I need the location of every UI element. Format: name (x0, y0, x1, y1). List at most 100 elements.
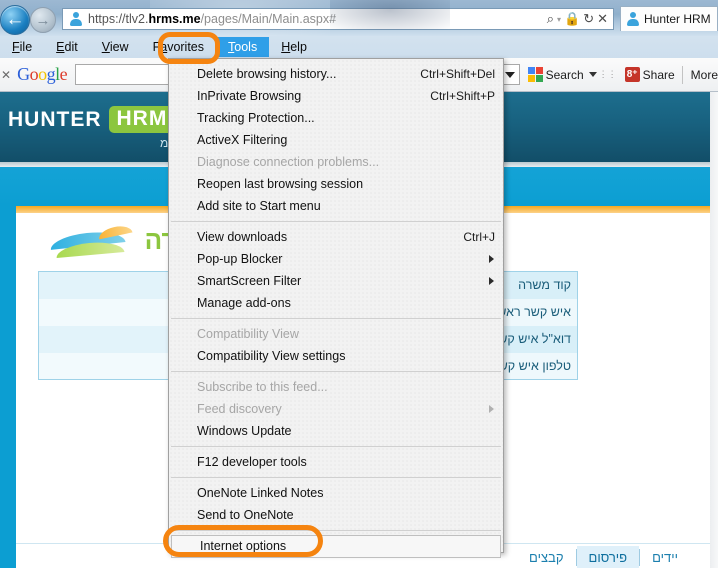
menu-item-pop-up-blocker[interactable]: Pop-up Blocker (169, 248, 503, 270)
menu-item-label: Pop-up Blocker (197, 252, 283, 266)
menu-favorites[interactable]: Favorites (141, 37, 216, 57)
menu-item-compatibility-view-settings[interactable]: Compatibility View settings (169, 345, 503, 367)
menu-item-label: F12 developer tools (197, 455, 307, 469)
google-search-icon (527, 67, 543, 82)
menu-item-onenote-linked-notes[interactable]: OneNote Linked Notes (169, 482, 503, 504)
menu-item-shortcut: Ctrl+J (463, 230, 495, 244)
tab-favicon-icon (626, 12, 640, 26)
menu-item-internet-options[interactable]: Internet options (171, 535, 501, 558)
menu-item-label: Compatibility View settings (197, 349, 346, 363)
menu-view[interactable]: View (90, 37, 141, 57)
menu-item-label: Manage add-ons (197, 296, 291, 310)
menu-item-manage-add-ons[interactable]: Manage add-ons (169, 292, 503, 314)
menu-item-label: OneNote Linked Notes (197, 486, 324, 500)
search-icon[interactable]: ⌕ (547, 11, 554, 27)
menu-separator (171, 477, 501, 478)
menu-item-smartscreen-filter[interactable]: SmartScreen Filter (169, 270, 503, 292)
address-bar-icons: ⌕ ▾ 🔒 ↻ ✕ (547, 11, 613, 27)
menu-separator (171, 530, 501, 531)
menu-item-label: Compatibility View (197, 327, 299, 341)
stop-icon[interactable]: ✕ (597, 11, 608, 27)
forward-arrow-icon: → (35, 11, 51, 29)
menu-item-inprivate-browsing[interactable]: InPrivate Browsing Ctrl+Shift+P (169, 85, 503, 107)
menu-item-label: Delete browsing history... (197, 67, 337, 81)
menu-item-tracking-protection[interactable]: Tracking Protection... (169, 107, 503, 129)
url-path: /pages/Main/Main.aspx# (200, 12, 337, 26)
chevron-down-icon[interactable] (504, 72, 515, 78)
menu-item-add-site-to-start-menu[interactable]: Add site to Start menu (169, 195, 503, 217)
address-bar[interactable]: https://tlv2.hrms.me/pages/Main/Main.asp… (62, 8, 614, 30)
browser-tab[interactable]: Hunter HRM (620, 6, 718, 31)
menu-item-shortcut: Ctrl+Shift+P (430, 89, 495, 103)
app-brand-logo: HUNTER HRMS (8, 106, 191, 133)
tab-separator (575, 549, 577, 566)
chevron-down-icon[interactable]: ▾ (557, 15, 561, 24)
chevron-right-icon (489, 405, 494, 413)
user-icon (67, 11, 85, 27)
menu-item-view-downloads[interactable]: View downloads Ctrl+J (169, 226, 503, 248)
menu-item-subscribe-to-this-feed: Subscribe to this feed... (169, 376, 503, 398)
back-arrow-icon: ← (5, 8, 25, 30)
menu-item-reopen-last-browsing-session[interactable]: Reopen last browsing session (169, 173, 503, 195)
google-share-button[interactable]: 8⁺ Share (624, 67, 675, 82)
menu-item-label: Windows Update (197, 424, 292, 438)
forward-button[interactable]: → (30, 7, 56, 33)
menu-item-compatibility-view: Compatibility View (169, 323, 503, 345)
menu-item-diagnose-connection-problems: Diagnose connection problems... (169, 151, 503, 173)
tab-separator (639, 549, 641, 566)
menu-item-label: Tracking Protection... (197, 111, 315, 125)
menu-item-label: Reopen last browsing session (197, 177, 364, 191)
browser-titlebar: ← → https://tlv2.hrms.me/pages/Main/Main… (0, 0, 718, 36)
google-share-label: Share (642, 67, 675, 82)
tab-yedaim[interactable]: יידים (640, 546, 690, 568)
google-logo: Google (17, 64, 68, 84)
menu-item-label: Feed discovery (197, 402, 282, 416)
menu-item-delete-browsing-history[interactable]: Delete browsing history... Ctrl+Shift+Del (169, 63, 503, 85)
toolbar-close-icon[interactable]: ✕ (1, 68, 11, 82)
menu-item-send-to-onenote[interactable]: Send to OneNote (169, 504, 503, 526)
menu-item-f12-developer-tools[interactable]: F12 developer tools (169, 451, 503, 473)
refresh-icon[interactable]: ↻ (583, 11, 594, 27)
menu-item-label: Diagnose connection problems... (197, 155, 380, 169)
toolbar-grip: ⋮⋮ (598, 69, 617, 79)
google-search-button[interactable]: Search (527, 67, 597, 82)
menu-separator (171, 221, 501, 222)
tab-kvatzim[interactable]: קבצים (517, 546, 575, 568)
google-more-label: More (690, 67, 718, 82)
menu-help[interactable]: Help (269, 37, 319, 57)
menu-item-label: Subscribe to this feed... (197, 380, 328, 394)
menu-bar: File Edit View Favorites Tools Help (0, 36, 718, 58)
left-rail (0, 206, 16, 568)
menu-item-label: Add site to Start menu (197, 199, 321, 213)
menu-file[interactable]: File (0, 37, 44, 57)
menu-edit[interactable]: Edit (44, 37, 90, 57)
google-plus-share-icon: 8⁺ (624, 67, 640, 82)
chevron-right-icon (489, 277, 494, 285)
menu-item-label: View downloads (197, 230, 288, 244)
toolbar-separator (681, 65, 683, 84)
url-domain: hrms.me (148, 12, 201, 26)
brand-primary-text: HUNTER (8, 107, 102, 131)
browser-window: HUNTER HRMS מ משרה קוד משרה (0, 0, 718, 568)
menu-tools[interactable]: Tools (216, 37, 270, 57)
chevron-down-icon[interactable] (588, 72, 597, 77)
tab-title: Hunter HRM (644, 12, 711, 26)
tab-pirsum[interactable]: פירסום (576, 546, 640, 568)
back-button[interactable]: ← (0, 5, 30, 35)
google-search-label: Search (545, 67, 584, 82)
menu-item-label: InPrivate Browsing (197, 89, 302, 103)
menu-item-shortcut: Ctrl+Shift+Del (420, 67, 495, 81)
page-scrollbar[interactable] (710, 92, 718, 568)
lock-icon[interactable]: 🔒 (564, 11, 580, 27)
menu-item-label: SmartScreen Filter (197, 274, 302, 288)
google-more-button[interactable]: More (691, 68, 718, 82)
menu-separator (171, 318, 501, 319)
menu-item-label: Internet options (200, 539, 287, 553)
menu-item-feed-discovery: Feed discovery (169, 398, 503, 420)
menu-item-activex-filtering[interactable]: ActiveX Filtering (169, 129, 503, 151)
address-url-text: https://tlv2.hrms.me/pages/Main/Main.asp… (88, 12, 336, 26)
url-prefix: https://tlv2. (88, 12, 149, 26)
menu-separator (171, 371, 501, 372)
menu-item-label: Send to OneNote (197, 508, 294, 522)
menu-item-windows-update[interactable]: Windows Update (169, 420, 503, 442)
